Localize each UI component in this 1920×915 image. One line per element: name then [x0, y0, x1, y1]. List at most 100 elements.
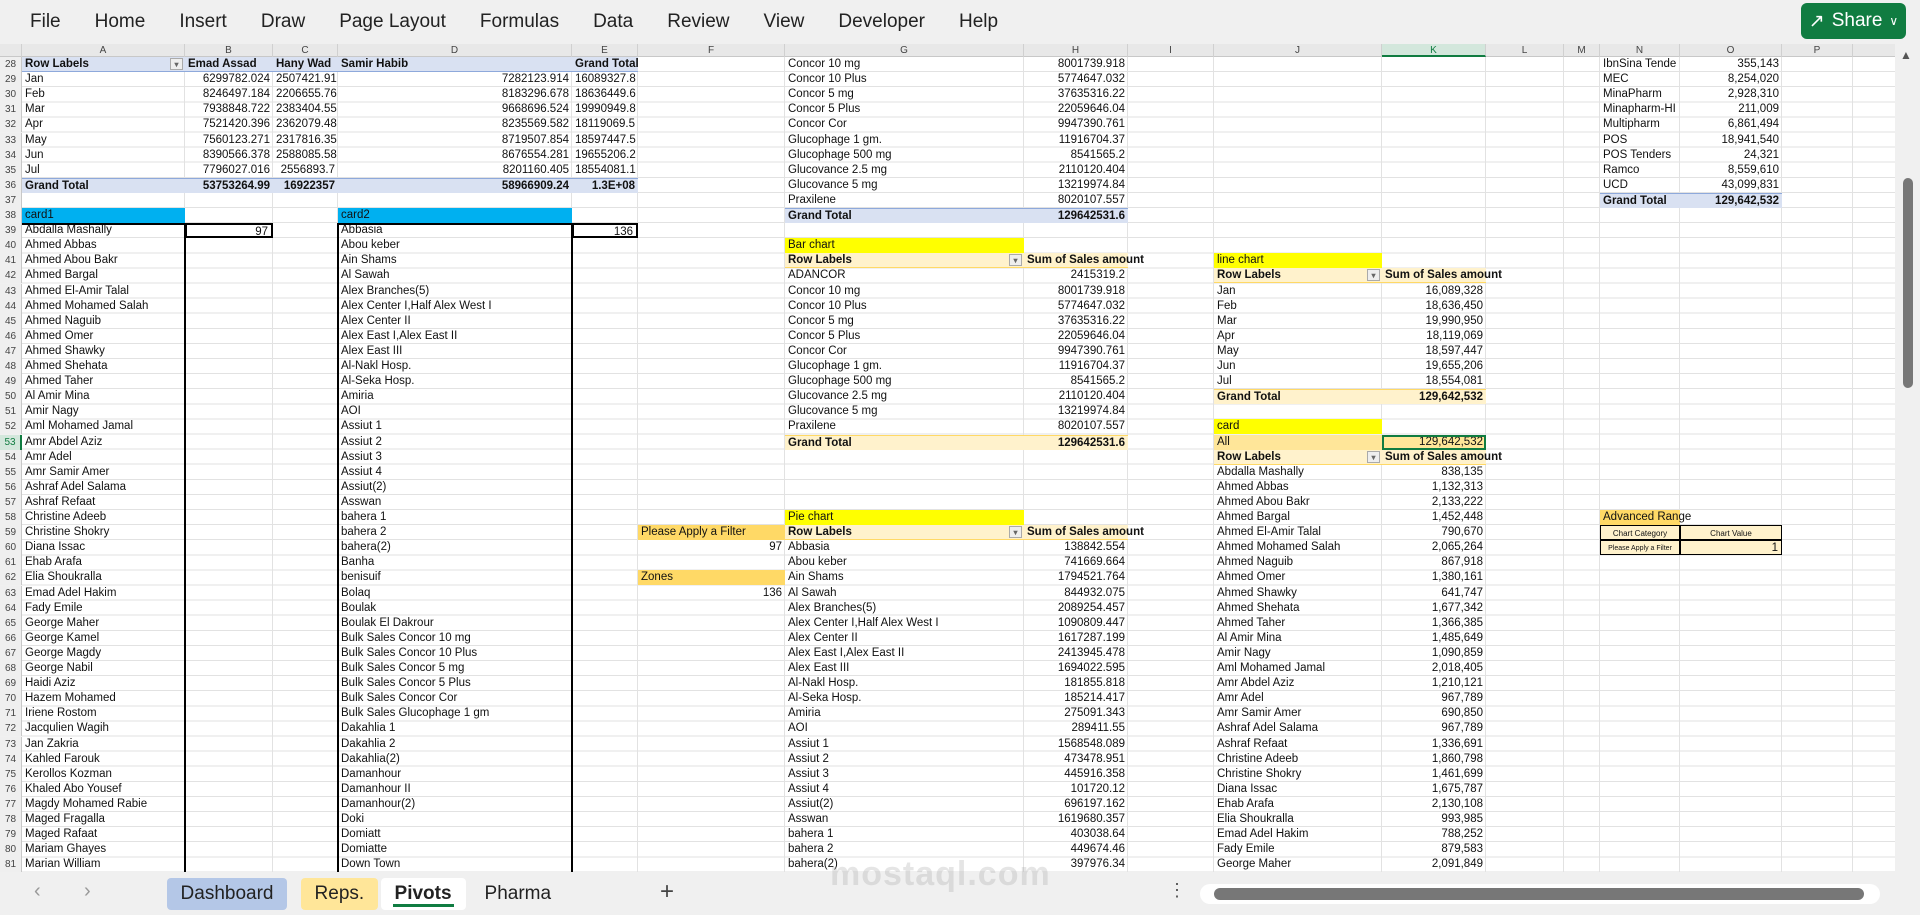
row-header-77[interactable]: 77 [0, 796, 22, 812]
column-header-M[interactable]: M [1564, 44, 1600, 57]
select-all-corner[interactable] [0, 44, 22, 57]
row-header-59[interactable]: 59 [0, 525, 22, 541]
row-header-76[interactable]: 76 [0, 781, 22, 797]
menu-view[interactable]: View [764, 11, 805, 33]
menu-help[interactable]: Help [959, 11, 998, 33]
row-header-44[interactable]: 44 [0, 298, 22, 314]
row-header-51[interactable]: 51 [0, 404, 22, 420]
row-header-79[interactable]: 79 [0, 827, 22, 843]
row-header-36[interactable]: 36 [0, 177, 22, 193]
row-header-54[interactable]: 54 [0, 449, 22, 465]
row-header-61[interactable]: 61 [0, 555, 22, 571]
column-header-E[interactable]: E [572, 44, 638, 57]
column-header-J[interactable]: J [1214, 44, 1382, 57]
row-header-70[interactable]: 70 [0, 691, 22, 707]
vertical-scrollbar[interactable]: ▲ [1895, 44, 1920, 872]
row-header-64[interactable]: 64 [0, 600, 22, 616]
row-header-65[interactable]: 65 [0, 615, 22, 631]
row-header-38[interactable]: 38 [0, 208, 22, 224]
row-header-74[interactable]: 74 [0, 751, 22, 767]
sheet-tab-dashboard[interactable]: Dashboard [166, 878, 288, 910]
row-header-34[interactable]: 34 [0, 147, 22, 163]
line-chart-row-labels-header[interactable]: Row Labels ▾ [1214, 268, 1382, 284]
column-header-F[interactable]: F [638, 44, 785, 57]
row-header-56[interactable]: 56 [0, 479, 22, 495]
bar-chart-row-labels-header[interactable]: Row Labels ▾ [785, 253, 1024, 269]
column-header-P[interactable]: P [1782, 44, 1853, 57]
pie-chart-row-labels-header[interactable]: Row Labels ▾ [785, 525, 1024, 541]
prev-sheet-icon[interactable]: ‹ [34, 880, 41, 903]
row-header-53[interactable]: 53 [0, 434, 22, 450]
row-header-69[interactable]: 69 [0, 676, 22, 692]
card-all-value[interactable]: 129,642,532 [1382, 434, 1486, 450]
filter-dropdown-icon[interactable]: ▾ [1009, 254, 1022, 267]
row-header-71[interactable]: 71 [0, 706, 22, 722]
row-header-55[interactable]: 55 [0, 464, 22, 480]
menu-file[interactable]: File [30, 11, 61, 33]
column-header-D[interactable]: D [338, 44, 572, 57]
row-header-80[interactable]: 80 [0, 842, 22, 858]
row-header-50[interactable]: 50 [0, 389, 22, 405]
sheet-tab-pivots[interactable]: Pivots [380, 878, 466, 910]
column-header-B[interactable]: B [185, 44, 273, 57]
filter-dropdown-icon[interactable]: ▾ [1367, 269, 1380, 282]
row-header-68[interactable]: 68 [0, 661, 22, 677]
row-header-49[interactable]: 49 [0, 374, 22, 390]
row-header-45[interactable]: 45 [0, 313, 22, 329]
scroll-up-icon[interactable]: ▲ [1900, 48, 1912, 62]
row-header-73[interactable]: 73 [0, 736, 22, 752]
row-header-32[interactable]: 32 [0, 117, 22, 133]
row-header-72[interactable]: 72 [0, 721, 22, 737]
menu-developer[interactable]: Developer [838, 11, 925, 33]
filter-dropdown-icon[interactable]: ▾ [170, 58, 183, 70]
row-header-81[interactable]: 81 [0, 857, 22, 872]
more-options-icon[interactable]: ⋮ [1168, 880, 1186, 901]
rep-pivot-header[interactable]: Row Labels ▾ [22, 57, 185, 73]
next-sheet-icon[interactable]: › [84, 880, 91, 903]
column-header-G[interactable]: G [785, 44, 1024, 57]
column-header-K[interactable]: K [1382, 44, 1486, 57]
row-header-48[interactable]: 48 [0, 359, 22, 375]
menu-home[interactable]: Home [95, 11, 146, 33]
filter-dropdown-icon[interactable]: ▾ [1367, 450, 1380, 463]
row-header-41[interactable]: 41 [0, 253, 22, 269]
row-header-60[interactable]: 60 [0, 540, 22, 556]
horizontal-scrollbar[interactable] [1200, 884, 1880, 904]
worksheet-grid[interactable]: 28 29 30 31 32 33 34 35 36 37 38 39 40 41 42 43 44 45 46 47… [0, 57, 1895, 872]
column-header-I[interactable]: I [1128, 44, 1214, 57]
column-header-O[interactable]: O [1680, 44, 1782, 57]
row-header-67[interactable]: 67 [0, 645, 22, 661]
row-header-33[interactable]: 33 [0, 132, 22, 148]
row-header-66[interactable]: 66 [0, 630, 22, 646]
row-header-31[interactable]: 31 [0, 102, 22, 118]
row-header-47[interactable]: 47 [0, 343, 22, 359]
menu-formulas[interactable]: Formulas [480, 11, 559, 33]
column-header-A[interactable]: A [22, 44, 185, 57]
vertical-scroll-thumb[interactable] [1903, 178, 1913, 388]
column-header-H[interactable]: H [1024, 44, 1128, 57]
share-button[interactable]: ↗ Share ∨ [1801, 3, 1906, 39]
row-header-29[interactable]: 29 [0, 72, 22, 88]
menu-page-layout[interactable]: Page Layout [339, 11, 446, 33]
row-header-35[interactable]: 35 [0, 162, 22, 178]
row-header-43[interactable]: 43 [0, 283, 22, 299]
horizontal-scroll-thumb[interactable] [1214, 888, 1864, 900]
row-header-37[interactable]: 37 [0, 192, 22, 208]
row-header-62[interactable]: 62 [0, 570, 22, 586]
menu-review[interactable]: Review [667, 11, 729, 33]
column-header-C[interactable]: C [273, 44, 338, 57]
row-header-40[interactable]: 40 [0, 238, 22, 254]
row-header-42[interactable]: 42 [0, 268, 22, 284]
row-header-63[interactable]: 63 [0, 585, 22, 601]
row-header-39[interactable]: 39 [0, 223, 22, 239]
row-header-58[interactable]: 58 [0, 510, 22, 526]
add-sheet-button[interactable]: + [660, 878, 674, 906]
row-header-78[interactable]: 78 [0, 812, 22, 828]
row-header-57[interactable]: 57 [0, 494, 22, 510]
sheet-tab-pharma[interactable]: Pharma [471, 878, 566, 910]
row-header-75[interactable]: 75 [0, 766, 22, 782]
row-header-30[interactable]: 30 [0, 87, 22, 103]
row-header-52[interactable]: 52 [0, 419, 22, 435]
column-header-N[interactable]: N [1600, 44, 1680, 57]
row-header-28[interactable]: 28 [0, 57, 22, 73]
